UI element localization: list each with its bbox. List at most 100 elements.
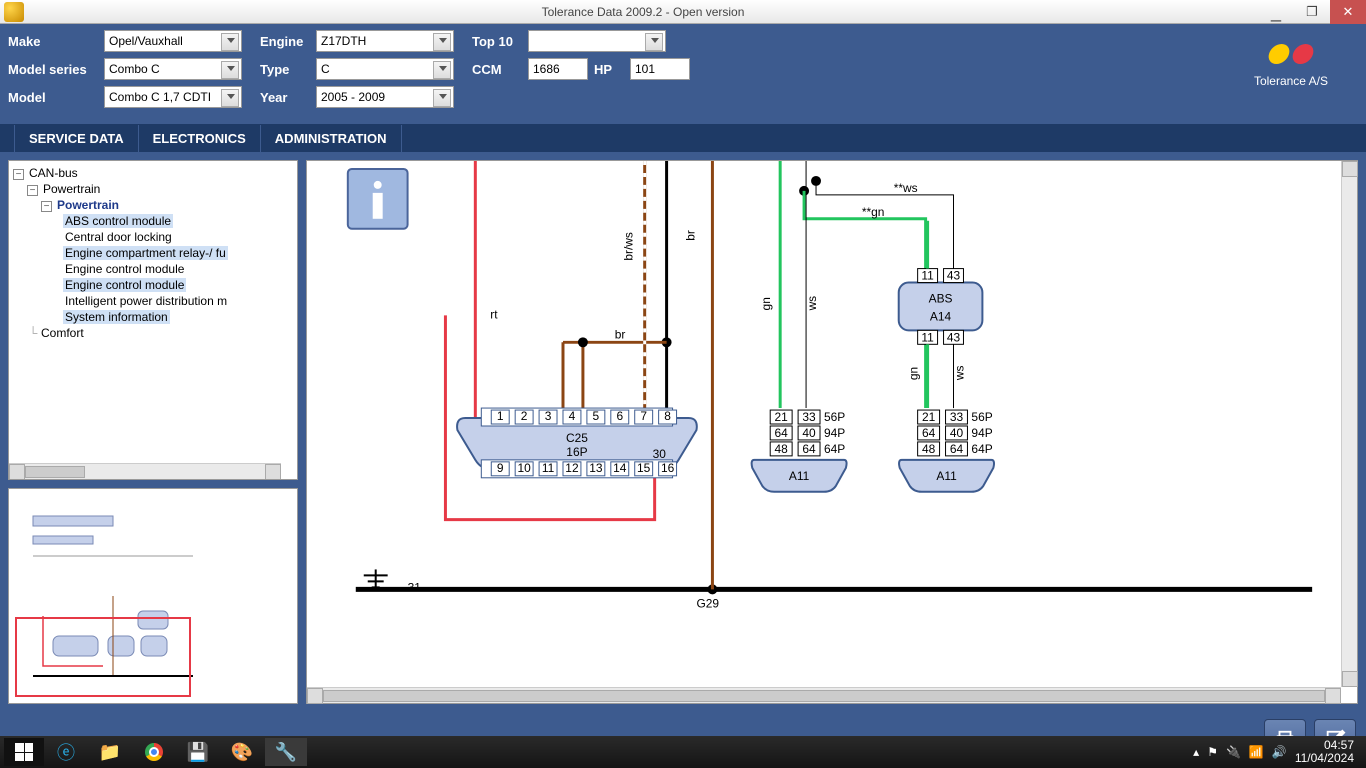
taskbar-explorer-icon[interactable]: 📁 <box>89 738 131 766</box>
content-area: −CAN-bus −Powertrain −Powertrain ABS con… <box>0 152 1366 712</box>
tree-powertrain-selected[interactable]: Powertrain <box>55 198 121 212</box>
minimap-viewport[interactable] <box>15 617 191 697</box>
svg-text:15: 15 <box>637 461 651 475</box>
scroll-right-icon[interactable] <box>1325 688 1341 704</box>
ground-node: G29 <box>696 596 719 610</box>
make-label: Make <box>8 34 98 49</box>
wiring-diagram-panel: 31 G29 rt br <box>306 160 1358 704</box>
ccm-label: CCM <box>472 62 522 77</box>
minimize-button[interactable]: _ <box>1258 0 1294 24</box>
tray-flag-icon[interactable]: ⚑ <box>1207 745 1218 759</box>
tree-item[interactable]: Engine control module <box>63 278 186 292</box>
svg-text:gn: gn <box>907 367 921 380</box>
type-select[interactable]: C <box>316 58 454 80</box>
tree-hscrollbar[interactable] <box>9 463 281 479</box>
tree-item[interactable]: Engine compartment relay-/ fu <box>63 246 228 260</box>
svg-text:11: 11 <box>542 461 555 475</box>
tree-item[interactable]: ABS control module <box>63 214 173 228</box>
svg-text:A14: A14 <box>930 309 952 323</box>
diagram-hscrollbar[interactable] <box>307 687 1341 703</box>
svg-text:40: 40 <box>802 426 816 440</box>
tree-item[interactable]: Intelligent power distribution m <box>63 294 229 308</box>
tab-service-data[interactable]: SERVICE DATA <box>14 125 139 152</box>
vehicle-filter-header: Make Opel/Vauxhall Model series Combo C … <box>0 24 1366 124</box>
module-a11-right: 213356P644094P486464P A11 <box>899 410 994 492</box>
model-label: Model <box>8 90 98 105</box>
brand-logo: Tolerance A/S <box>1254 30 1358 88</box>
svg-text:40: 40 <box>950 426 964 440</box>
ccm-value: 1686 <box>528 58 588 80</box>
info-icon[interactable] <box>348 169 408 229</box>
window-titlebar: Tolerance Data 2009.2 - Open version _ ❐… <box>0 0 1366 24</box>
taskbar-ie-icon[interactable]: ⓔ <box>45 738 87 766</box>
svg-text:21: 21 <box>922 410 936 424</box>
svg-text:7: 7 <box>640 409 647 423</box>
scroll-left-icon[interactable] <box>9 464 25 480</box>
model-select[interactable]: Combo C 1,7 CDTI <box>104 86 242 108</box>
tree-item[interactable]: Engine control module <box>63 262 186 276</box>
scroll-thumb[interactable] <box>25 466 85 478</box>
system-tree[interactable]: −CAN-bus −Powertrain −Powertrain ABS con… <box>8 160 298 480</box>
tray-up-icon[interactable]: ▴ <box>1193 745 1199 759</box>
svg-text:56P: 56P <box>824 410 845 424</box>
svg-text:11: 11 <box>921 330 934 344</box>
engine-select[interactable]: Z17DTH <box>316 30 454 52</box>
scroll-thumb[interactable] <box>323 690 1325 702</box>
system-tray[interactable]: ▴ ⚑ 🔌 📶 🔊 04:5711/04/2024 <box>1193 739 1362 765</box>
make-select[interactable]: Opel/Vauxhall <box>104 30 242 52</box>
tree-root[interactable]: CAN-bus <box>27 166 80 180</box>
wiring-diagram[interactable]: 31 G29 rt br <box>307 161 1341 687</box>
svg-text:94P: 94P <box>971 426 992 440</box>
module-a11-left: 213356P644094P486464P A11 <box>752 410 847 492</box>
svg-text:30: 30 <box>653 447 667 461</box>
scroll-right-icon[interactable] <box>265 464 281 480</box>
tree-item[interactable]: Central door locking <box>63 230 174 244</box>
svg-text:gn: gn <box>759 297 773 310</box>
taskbar-clock[interactable]: 04:5711/04/2024 <box>1295 739 1354 765</box>
top10-select[interactable] <box>528 30 666 52</box>
svg-text:ws: ws <box>805 296 819 312</box>
collapse-icon[interactable]: − <box>27 185 38 196</box>
model-series-select[interactable]: Combo C <box>104 58 242 80</box>
svg-text:21: 21 <box>775 410 789 424</box>
svg-text:64: 64 <box>922 426 936 440</box>
scroll-down-icon[interactable] <box>1342 671 1358 687</box>
scroll-up-icon[interactable] <box>1342 161 1358 177</box>
scroll-left-icon[interactable] <box>307 688 323 704</box>
taskbar-app-icon[interactable]: 🔧 <box>265 738 307 766</box>
tree-item[interactable]: System information <box>63 310 170 324</box>
taskbar-paint-icon[interactable]: 🎨 <box>221 738 263 766</box>
start-button[interactable] <box>4 738 44 766</box>
svg-text:ws: ws <box>952 366 966 382</box>
taskbar-chrome-icon[interactable] <box>133 738 175 766</box>
diagram-vscrollbar[interactable] <box>1341 161 1357 687</box>
svg-text:5: 5 <box>593 409 600 423</box>
tree-powertrain[interactable]: Powertrain <box>41 182 102 196</box>
main-tabs: SERVICE DATA ELECTRONICS ADMINISTRATION <box>0 124 1366 152</box>
svg-text:64: 64 <box>802 442 816 456</box>
close-button[interactable]: ✕ <box>1330 0 1366 24</box>
svg-text:33: 33 <box>950 410 964 424</box>
svg-text:2: 2 <box>521 409 528 423</box>
tree-comfort[interactable]: Comfort <box>39 326 86 340</box>
tray-power-icon[interactable]: 🔌 <box>1226 745 1241 759</box>
svg-text:A11: A11 <box>789 469 810 483</box>
taskbar-save-icon[interactable]: 💾 <box>177 738 219 766</box>
collapse-icon[interactable]: − <box>41 201 52 212</box>
tab-electronics[interactable]: ELECTRONICS <box>139 125 261 152</box>
svg-text:64P: 64P <box>824 442 845 456</box>
tray-network-icon[interactable]: 📶 <box>1249 745 1264 759</box>
year-select[interactable]: 2005 - 2009 <box>316 86 454 108</box>
svg-text:64: 64 <box>950 442 964 456</box>
diagram-minimap[interactable] <box>8 488 298 704</box>
tab-administration[interactable]: ADMINISTRATION <box>261 125 402 152</box>
svg-text:ABS: ABS <box>929 291 953 305</box>
svg-text:64: 64 <box>775 426 789 440</box>
maximize-button[interactable]: ❐ <box>1294 0 1330 24</box>
hp-label: HP <box>594 62 624 77</box>
collapse-icon[interactable]: − <box>13 169 24 180</box>
windows-taskbar[interactable]: ⓔ 📁 💾 🎨 🔧 ▴ ⚑ 🔌 📶 🔊 04:5711/04/2024 <box>0 736 1366 768</box>
svg-text:16: 16 <box>661 461 675 475</box>
svg-text:8: 8 <box>664 409 671 423</box>
tray-volume-icon[interactable]: 🔊 <box>1272 745 1287 759</box>
